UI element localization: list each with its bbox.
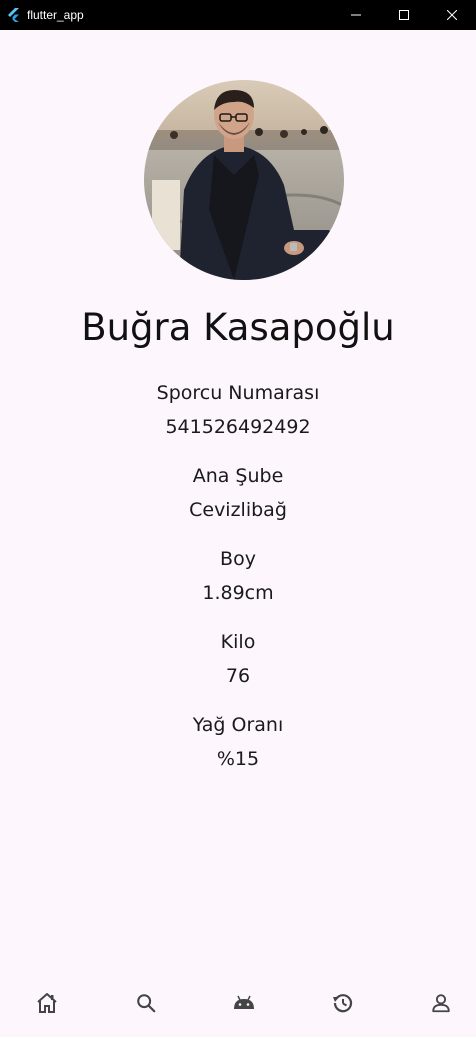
nav-android[interactable] <box>231 990 257 1016</box>
field-value: 541526492492 <box>165 416 311 438</box>
field-height: Boy 1.89cm <box>0 542 476 610</box>
field-label: Sporcu Numarası <box>156 382 320 404</box>
profile-avatar <box>144 80 344 280</box>
window-title: flutter_app <box>27 8 84 22</box>
profile-photo <box>144 80 344 280</box>
close-button[interactable] <box>428 0 476 30</box>
field-label: Ana Şube <box>192 465 284 487</box>
field-value: %15 <box>216 748 260 770</box>
field-athlete-number: Sporcu Numarası 541526492492 <box>0 376 476 444</box>
close-icon <box>447 10 457 20</box>
android-icon <box>234 995 254 1009</box>
home-icon <box>37 993 57 1013</box>
minimize-button[interactable] <box>332 0 380 30</box>
bottom-navigation <box>0 982 476 1026</box>
nav-profile[interactable] <box>428 990 454 1016</box>
field-fat-ratio: Yağ Oranı %15 <box>0 708 476 776</box>
window-controls <box>332 0 476 30</box>
nav-history[interactable] <box>330 990 356 1016</box>
field-value: 76 <box>225 665 251 687</box>
field-weight: Kilo 76 <box>0 625 476 693</box>
field-value: Cevizlibağ <box>189 499 287 521</box>
app-window: flutter_app Buğra Kasapoğlu Sporcu Numar… <box>0 0 476 1037</box>
history-icon <box>333 994 353 1013</box>
flutter-logo-icon <box>8 8 19 22</box>
field-label: Kilo <box>220 631 256 653</box>
search-icon <box>137 994 156 1013</box>
title-bar: flutter_app <box>0 0 476 30</box>
person-icon <box>432 994 450 1013</box>
minimize-icon <box>351 14 361 16</box>
athlete-name: Buğra Kasapoğlu <box>81 306 395 349</box>
maximize-icon <box>399 10 409 20</box>
field-label: Yağ Oranı <box>192 714 284 736</box>
field-value: 1.89cm <box>202 582 274 604</box>
maximize-button[interactable] <box>380 0 428 30</box>
field-label: Boy <box>220 548 256 570</box>
nav-search[interactable] <box>133 990 159 1016</box>
nav-home[interactable] <box>34 990 60 1016</box>
field-main-branch: Ana Şube Cevizlibağ <box>0 459 476 527</box>
